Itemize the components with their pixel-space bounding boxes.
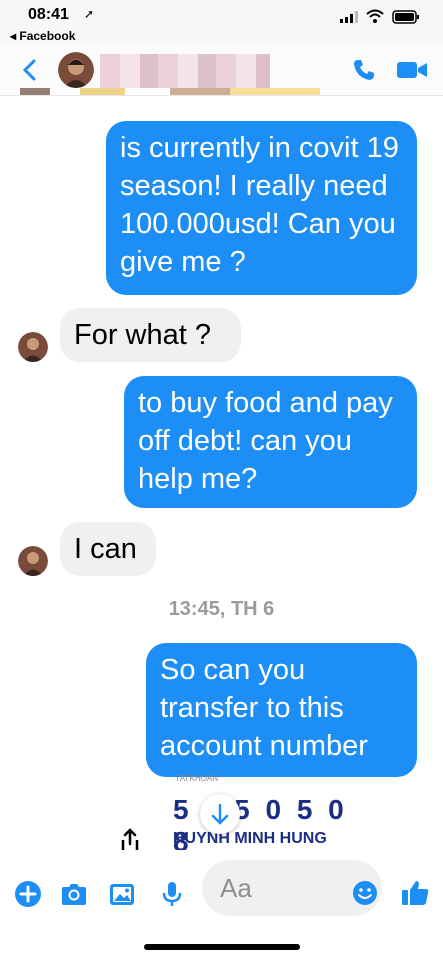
sender-avatar[interactable] xyxy=(18,332,48,362)
message-text: For what ? xyxy=(74,319,211,351)
back-to-app-link[interactable]: ◂ Facebook xyxy=(10,29,75,43)
home-indicator[interactable] xyxy=(144,944,300,950)
contact-avatar[interactable] xyxy=(58,52,94,88)
back-chevron-icon[interactable] xyxy=(20,58,40,82)
contact-name-blurred[interactable] xyxy=(100,54,270,88)
message-bubble-incoming[interactable]: I can xyxy=(60,522,156,576)
attachment-caption: TÀI KHOẢN xyxy=(175,774,219,783)
battery-icon xyxy=(392,10,419,24)
message-text: to buy food and pay off debt! can you he… xyxy=(138,387,393,495)
message-text: is currently in covit 19 season! I reall… xyxy=(120,132,399,278)
status-time: 08:41 xyxy=(28,6,69,23)
cellular-signal-icon xyxy=(340,11,358,23)
video-call-icon[interactable] xyxy=(396,60,428,80)
wifi-icon xyxy=(366,9,384,23)
plus-icon[interactable] xyxy=(14,880,42,908)
sender-avatar[interactable] xyxy=(18,546,48,576)
conversation-header xyxy=(0,46,443,96)
thumbs-up-icon[interactable] xyxy=(400,878,430,908)
message-bubble-outgoing[interactable]: So can you transfer to this account numb… xyxy=(146,643,417,777)
header-image-strip xyxy=(20,88,320,95)
account-image-attachment[interactable]: TÀI KHOẢN 5 ↓ 5 0 5 0 8 HUYNH MINH HUNG xyxy=(165,770,375,857)
message-bubble-incoming[interactable]: For what ? xyxy=(60,308,241,362)
message-text: So can you transfer to this account numb… xyxy=(160,654,368,762)
arrow-down-icon xyxy=(211,803,229,825)
microphone-icon[interactable] xyxy=(158,880,186,908)
camera-icon[interactable] xyxy=(60,880,88,908)
message-composer: Aa xyxy=(0,850,443,960)
message-bubble-outgoing[interactable]: to buy food and pay off debt! can you he… xyxy=(124,376,417,508)
emoji-icon[interactable] xyxy=(352,880,378,906)
status-bar: 08:41 ➚ ◂ Facebook xyxy=(0,0,443,46)
phone-call-icon[interactable] xyxy=(352,58,376,82)
timestamp-divider: 13:45, TH 6 xyxy=(168,598,275,620)
account-holder-name: HUYNH MINH HUNG xyxy=(173,830,327,847)
message-text: I can xyxy=(74,533,137,565)
scroll-to-bottom-button[interactable] xyxy=(200,794,240,834)
message-input-placeholder: Aa xyxy=(220,873,252,903)
location-arrow-icon: ➚ xyxy=(84,7,95,21)
gallery-image-icon[interactable] xyxy=(108,880,136,908)
message-bubble-outgoing[interactable]: is currently in covit 19 season! I reall… xyxy=(106,121,417,295)
